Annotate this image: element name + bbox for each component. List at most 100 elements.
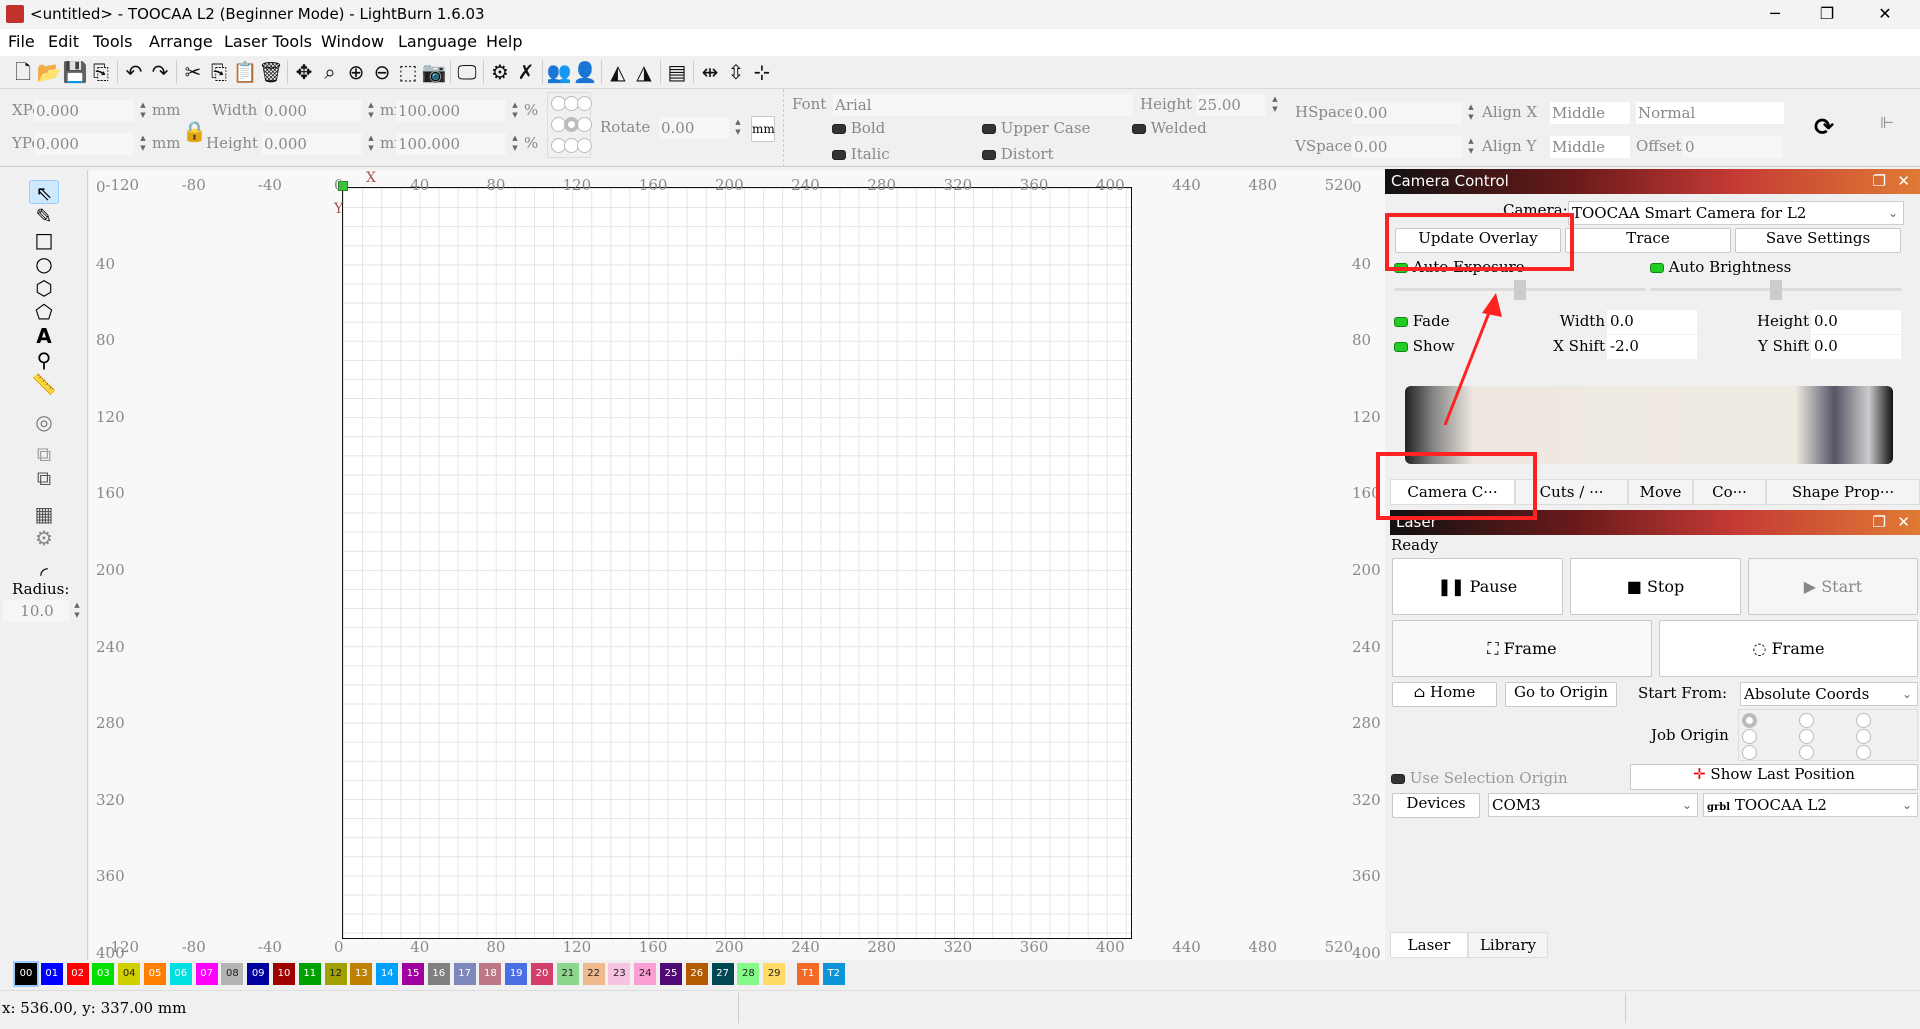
show-last-position-button[interactable]: ✛ Show Last Position	[1630, 764, 1918, 790]
text-mode-select[interactable]: Normal	[1636, 102, 1784, 124]
text-height-input[interactable]: 25.00	[1196, 94, 1266, 116]
center-icon[interactable]: ⊹	[749, 58, 775, 86]
tab-laser[interactable]: Laser	[1390, 932, 1468, 958]
palette-swatch-01[interactable]: 01	[40, 963, 63, 985]
tab-library[interactable]: Library	[1468, 932, 1548, 958]
palette-swatch-10[interactable]: 10	[273, 963, 295, 985]
tab-camera-control[interactable]: Camera C···	[1390, 479, 1515, 505]
palette-swatch-T1[interactable]: T1	[797, 963, 819, 985]
palette-swatch-28[interactable]: 28	[737, 963, 760, 985]
ypos-input[interactable]: 0.000	[34, 133, 134, 155]
units-toggle-button[interactable]: mm	[751, 116, 775, 142]
rotate-input[interactable]: 0.00	[659, 117, 729, 139]
palette-swatch-04[interactable]: 04	[118, 963, 141, 985]
camera-icon[interactable]: 📷	[421, 58, 447, 86]
update-overlay-button[interactable]: Update Overlay	[1395, 228, 1561, 253]
auto-brightness-toggle[interactable]: Auto Brightness	[1650, 258, 1791, 276]
dock-handle-icon[interactable]: ⊩	[1880, 113, 1894, 132]
welded-toggle[interactable]: Welded	[1132, 119, 1207, 137]
start-button[interactable]: ▶ Start	[1748, 558, 1918, 615]
cam-width-input[interactable]: 0.0	[1607, 310, 1697, 334]
text-height-spinner[interactable]: ▲ ▼	[1270, 94, 1280, 116]
group-icon[interactable]: 👥	[546, 58, 572, 86]
vspace-input[interactable]: 0.00	[1352, 136, 1462, 158]
palette-swatch-T2[interactable]: T2	[822, 963, 845, 985]
scale-width-input[interactable]: 100.000	[396, 100, 506, 122]
go-to-origin-button[interactable]: Go to Origin	[1505, 682, 1617, 707]
vspace-spinner[interactable]: ▲ ▼	[1466, 136, 1476, 158]
offset-shapes-icon[interactable]: ◎	[29, 410, 59, 434]
home-button[interactable]: ⌂ Home	[1392, 682, 1497, 707]
palette-swatch-09[interactable]: 09	[247, 963, 270, 985]
scale-height-input[interactable]: 100.000	[396, 133, 506, 155]
settings-icon[interactable]: ⚙	[487, 58, 513, 86]
origin-radio[interactable]	[577, 138, 592, 153]
zoom-fit-icon[interactable]: ⌕	[317, 58, 343, 86]
menu-window[interactable]: Window	[321, 32, 384, 51]
lock-aspect-icon[interactable]: 🔒	[182, 119, 207, 143]
move-icon[interactable]: ✥	[291, 58, 317, 86]
palette-swatch-16[interactable]: 16	[427, 963, 450, 985]
work-area-grid[interactable]	[342, 187, 1132, 939]
palette-swatch-23[interactable]: 23	[608, 963, 631, 985]
height-spinner[interactable]: ▲ ▼	[366, 133, 376, 155]
close-panel-icon[interactable]: ✕	[1897, 510, 1910, 535]
device-select[interactable]: grbl TOOCAA L2 ⌄	[1703, 793, 1918, 817]
frame-circle-button[interactable]: ◌ Frame	[1659, 620, 1918, 677]
align-x-select[interactable]: Middle	[1550, 102, 1630, 124]
tab-cuts-layers[interactable]: Cuts / ···	[1515, 479, 1628, 505]
start-from-select[interactable]: Absolute Coords ⌄	[1740, 682, 1918, 706]
save-icon[interactable]: 💾	[62, 58, 88, 86]
palette-swatch-00[interactable]: 00	[13, 961, 39, 987]
close-panel-icon[interactable]: ✕	[1897, 169, 1910, 194]
brightness-slider[interactable]	[1650, 280, 1902, 300]
rotate-spinner[interactable]: ▲ ▼	[733, 117, 743, 139]
italic-toggle[interactable]: Italic	[832, 145, 890, 163]
pause-button[interactable]: ❚❚ Pause	[1392, 558, 1563, 615]
measure-tool-icon[interactable]: 📏	[29, 372, 59, 396]
distribute-h-icon[interactable]: ⇹	[697, 58, 723, 86]
height-input[interactable]: 0.000	[262, 133, 362, 155]
align-y-select[interactable]: Middle	[1550, 136, 1630, 158]
radius-input[interactable]: 10.0	[3, 600, 69, 622]
origin-radio[interactable]	[1856, 745, 1871, 760]
delete-icon[interactable]: 🗑	[258, 58, 284, 86]
minimize-button[interactable]: ─	[1760, 4, 1790, 23]
palette-swatch-12[interactable]: 12	[324, 963, 347, 985]
import-icon[interactable]: ⎘	[88, 58, 114, 86]
redo-icon[interactable]: ↷	[147, 58, 173, 86]
palette-swatch-07[interactable]: 07	[195, 963, 218, 985]
open-folder-icon[interactable]: 📂	[36, 58, 62, 86]
mirror-v-icon[interactable]: ◮	[631, 58, 657, 86]
brightness-slider-handle[interactable]	[1770, 280, 1782, 300]
select-tool-icon[interactable]: ⇖	[29, 180, 59, 205]
hspace-spinner[interactable]: ▲ ▼	[1466, 102, 1476, 124]
bold-toggle[interactable]: Bold	[832, 119, 885, 137]
palette-swatch-27[interactable]: 27	[711, 963, 734, 985]
camera-select[interactable]: TOOCAA Smart Camera for L2 ⌄	[1568, 201, 1904, 225]
palette-swatch-22[interactable]: 22	[582, 963, 605, 985]
palette-swatch-20[interactable]: 20	[531, 963, 553, 985]
zoom-out-icon[interactable]: ⊖	[369, 58, 395, 86]
text-tool-icon[interactable]: A	[29, 324, 59, 348]
auto-exposure-toggle[interactable]: Auto Exposure	[1394, 258, 1525, 276]
port-select[interactable]: COM3 ⌄	[1488, 793, 1698, 817]
scale-width-spinner[interactable]: ▲ ▼	[510, 100, 520, 122]
position-laser-icon[interactable]: ⚲	[29, 348, 59, 372]
palette-swatch-13[interactable]: 13	[350, 963, 373, 985]
y-shift-input[interactable]: 0.0	[1811, 335, 1901, 359]
palette-swatch-17[interactable]: 17	[453, 963, 476, 985]
origin-radio[interactable]	[1742, 729, 1757, 744]
origin-radio[interactable]	[1742, 713, 1757, 728]
palette-swatch-02[interactable]: 02	[66, 963, 89, 985]
monitor-icon[interactable]: 🖵	[454, 58, 480, 86]
upper-case-toggle[interactable]: Upper Case	[982, 119, 1090, 137]
rectangle-tool-icon[interactable]: □	[29, 228, 59, 252]
palette-swatch-15[interactable]: 15	[402, 963, 424, 985]
width-input[interactable]: 0.000	[262, 100, 362, 122]
menu-help[interactable]: Help	[486, 32, 522, 51]
font-select[interactable]: Arial	[833, 94, 1133, 116]
palette-swatch-29[interactable]: 29	[763, 963, 786, 985]
menu-file[interactable]: File	[8, 32, 35, 51]
origin-radio[interactable]	[1742, 745, 1757, 760]
